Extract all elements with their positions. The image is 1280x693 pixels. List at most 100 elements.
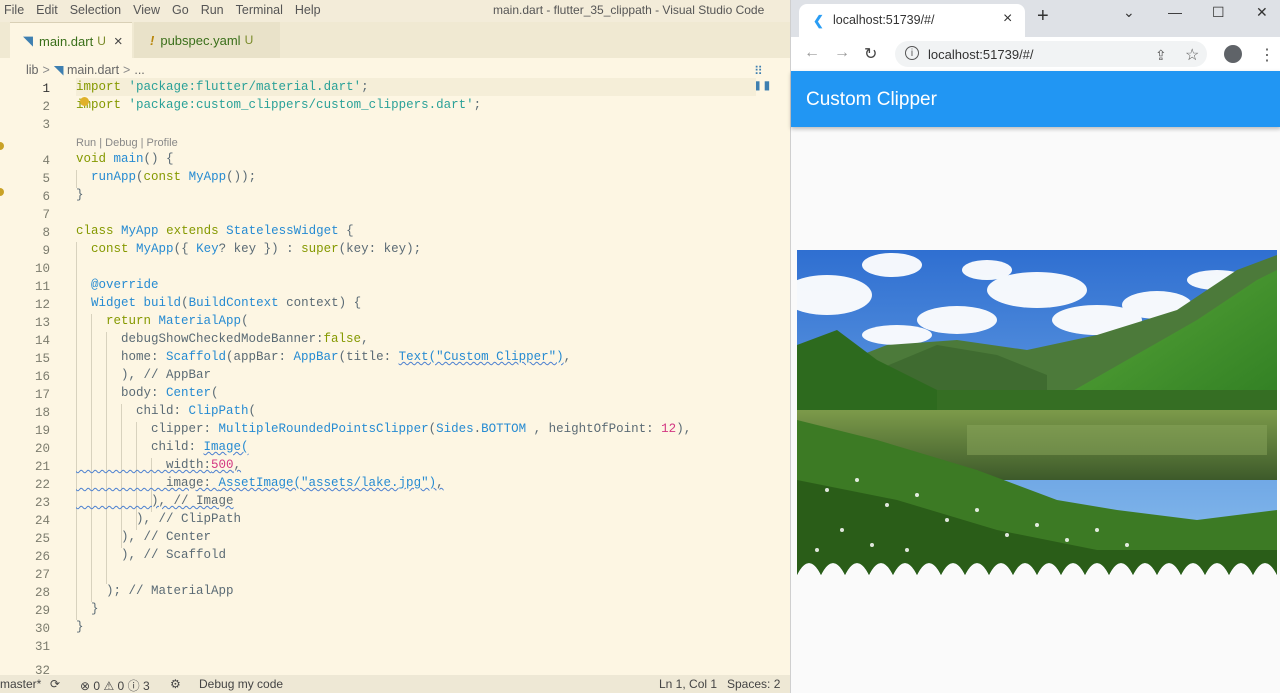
breadcrumb-more[interactable]: ...	[134, 63, 144, 77]
lightbulb-icon[interactable]	[80, 97, 89, 106]
line-number: 7	[42, 208, 50, 222]
maximize-button[interactable]: ☐	[1212, 4, 1225, 21]
editor-tab-bar: ◥ main.dart U × ! pubspec.yaml U	[0, 22, 790, 59]
menu-edit[interactable]: Edit	[30, 0, 64, 17]
code-token: 500	[211, 458, 234, 472]
breakpoint-icon[interactable]	[0, 188, 4, 196]
code-token: const	[91, 242, 129, 256]
dart-file-icon: ◥	[23, 33, 33, 48]
code-line: child: ClipPath(	[76, 402, 256, 420]
code-line: ), // Image	[76, 494, 234, 508]
code-token: width:	[76, 458, 212, 472]
tab-search-icon[interactable]: ⌄	[1123, 4, 1135, 21]
code-token: , heightOfPoint:	[526, 422, 662, 436]
breakpoint-icon[interactable]	[0, 142, 4, 150]
new-tab-button[interactable]: +	[1037, 5, 1049, 28]
code-line: ), // ClipPath	[76, 512, 242, 526]
line-number: 27	[34, 568, 50, 582]
info-count: 3	[142, 679, 150, 693]
more-menu-icon[interactable]: ⋮	[1259, 45, 1275, 65]
code-token: (	[428, 422, 437, 436]
menu-file[interactable]: File	[0, 0, 30, 17]
code-token: ;	[361, 80, 369, 94]
line-number: 29	[34, 604, 50, 618]
line-number: 9	[42, 244, 50, 258]
code-token: runApp	[91, 170, 137, 184]
code-line: return MaterialApp(	[76, 312, 249, 330]
browser-tab-strip: ❮ localhost:51739/#/ × + ⌄ — ☐ ✕	[791, 0, 1280, 37]
code-token: void	[76, 152, 107, 166]
menu-run[interactable]: Run	[195, 0, 230, 17]
code-token: child:	[76, 440, 204, 454]
code-line: image: AssetImage("assets/lake.jpg"),	[76, 474, 444, 492]
line-number: 8	[42, 226, 50, 240]
code-token: body:	[76, 386, 167, 400]
close-tab-icon[interactable]: ×	[1003, 10, 1012, 28]
profile-avatar-icon[interactable]	[1224, 45, 1242, 63]
browser-tab[interactable]: ❮ localhost:51739/#/ ×	[799, 4, 1025, 37]
code-line: runApp(const MyApp());	[76, 168, 256, 186]
tab-pubspec-yaml[interactable]: ! pubspec.yaml U	[134, 22, 280, 58]
breadcrumb-file[interactable]: main.dart	[67, 63, 119, 77]
site-info-icon[interactable]: i	[905, 46, 919, 60]
flutter-icon: ❮	[813, 13, 824, 28]
forward-arrow-icon[interactable]: →	[834, 44, 850, 62]
code-token: Sides	[436, 422, 474, 436]
menu-terminal[interactable]: Terminal	[230, 0, 289, 17]
minimize-button[interactable]: —	[1168, 4, 1182, 20]
code-token: Scaffold	[166, 350, 227, 364]
sync-icon[interactable]: ⟳	[50, 677, 60, 691]
code-token: const	[143, 170, 182, 184]
code-line: }	[76, 188, 84, 202]
code-token: image:	[76, 476, 219, 490]
code-token: ());	[226, 170, 257, 184]
branch-status[interactable]: master*	[0, 677, 41, 691]
code-token: ,	[436, 476, 444, 490]
code-line: ), // Center	[76, 530, 212, 544]
tab-label: pubspec.yaml	[160, 32, 241, 48]
code-token: () {	[143, 152, 174, 166]
line-number: 19	[34, 424, 50, 438]
cursor-position[interactable]: Ln 1, Col 1	[659, 677, 717, 691]
error-icon: ⊗	[80, 679, 91, 693]
tab-main-dart[interactable]: ◥ main.dart U ×	[10, 22, 132, 59]
browser-window: ❮ localhost:51739/#/ × + ⌄ — ☐ ✕ ← → ↻ i…	[790, 0, 1280, 693]
code-token: AssetImage("assets/lake.jpg")	[218, 476, 437, 490]
problems-status[interactable]: ⊗ 0 ⚠ 0 ⓘ 3	[80, 677, 150, 693]
code-token: child:	[76, 404, 189, 418]
code-line: ), // Scaffold	[76, 548, 227, 562]
tab-label: main.dart	[39, 33, 94, 49]
reload-icon[interactable]: ↻	[864, 44, 877, 64]
breadcrumb-folder[interactable]: lib	[26, 63, 39, 77]
vscode-window: File Edit Selection View Go Run Terminal Help m…	[0, 0, 790, 693]
line-number: 2	[42, 100, 50, 114]
bookmark-star-icon[interactable]: ☆	[1185, 45, 1199, 65]
close-window-button[interactable]: ✕	[1256, 4, 1268, 21]
line-number: 16	[34, 370, 50, 384]
window-title: main.dart - flutter_35_clippath - Visual…	[493, 3, 765, 17]
code-token: (appBar:	[226, 350, 294, 364]
code-token: Key	[196, 242, 219, 256]
code-editor[interactable]: import 'package:flutter/material.dart'; …	[76, 78, 786, 675]
share-icon[interactable]: ⇪	[1155, 47, 1167, 64]
indent-status[interactable]: Spaces: 2	[727, 677, 780, 691]
menu-selection[interactable]: Selection	[64, 0, 127, 17]
menu-help[interactable]: Help	[289, 0, 327, 17]
code-line: child: Image(	[76, 438, 249, 456]
menu-view[interactable]: View	[127, 0, 166, 17]
debug-status[interactable]: Debug my code	[199, 677, 283, 691]
chevron-right-icon: >	[42, 63, 50, 77]
warning-count: 0	[117, 679, 125, 693]
code-token: (	[211, 386, 219, 400]
close-tab-icon[interactable]: ×	[114, 33, 123, 50]
code-line: ), // AppBar	[76, 368, 212, 382]
clipped-image	[797, 250, 1277, 575]
menu-go[interactable]: Go	[166, 0, 195, 17]
back-arrow-icon[interactable]: ←	[804, 44, 820, 62]
codelens-run-debug-profile[interactable]: Run | Debug | Profile	[76, 135, 178, 151]
code-line: body: Center(	[76, 384, 219, 402]
